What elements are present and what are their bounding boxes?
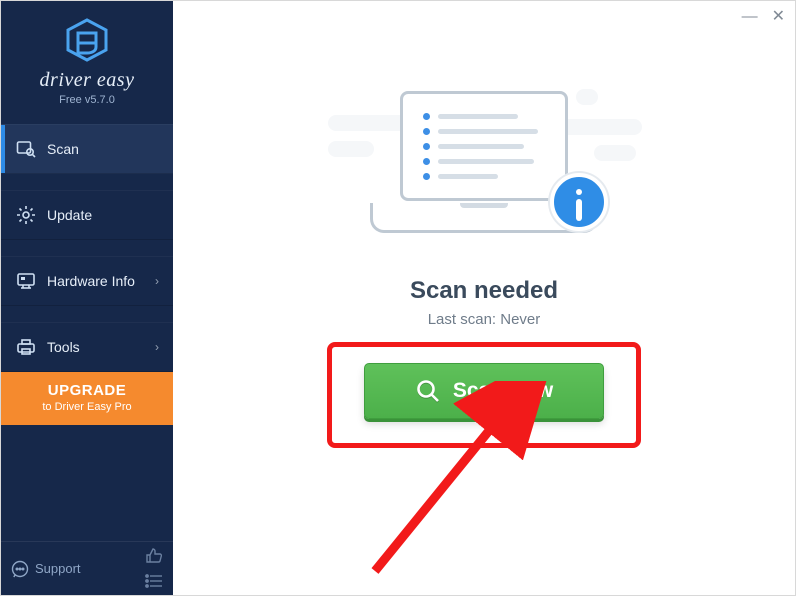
app-window: driver easy Free v5.7.0 Scan: [0, 0, 796, 596]
app-logo-block: driver easy Free v5.7.0: [1, 1, 173, 116]
sidebar-item-label: Scan: [47, 141, 79, 157]
sidebar-item-update[interactable]: Update: [1, 190, 173, 240]
scan-prompt-area: Scan needed Last scan: Never Scan Now: [173, 81, 795, 448]
window-controls: — ✕: [742, 9, 785, 25]
red-highlight-box: Scan Now: [327, 342, 641, 448]
sidebar: driver easy Free v5.7.0 Scan: [1, 1, 173, 595]
scan-now-button[interactable]: Scan Now: [364, 363, 604, 419]
sidebar-item-hardware-info[interactable]: Hardware Info ›: [1, 256, 173, 306]
chevron-right-icon: ›: [155, 274, 159, 288]
sidebar-item-label: Update: [47, 207, 92, 223]
list-icon[interactable]: [145, 574, 163, 591]
upgrade-button[interactable]: UPGRADE to Driver Easy Pro: [1, 372, 173, 425]
sidebar-item-tools[interactable]: Tools ›: [1, 322, 173, 372]
search-icon: [415, 378, 441, 404]
sidebar-item-label: Hardware Info: [47, 273, 135, 289]
scan-button-label: Scan Now: [453, 379, 553, 403]
last-scan-label: Last scan: Never: [428, 311, 541, 328]
laptop-illustration: [334, 81, 634, 251]
sidebar-footer: Support: [1, 541, 173, 595]
app-logo-icon: [64, 17, 110, 63]
scan-icon: [15, 138, 37, 160]
printer-icon: [15, 336, 37, 358]
chevron-right-icon: ›: [155, 340, 159, 354]
minimize-button[interactable]: —: [742, 9, 758, 25]
info-icon: [550, 173, 608, 231]
sidebar-nav: Scan Update: [1, 124, 173, 425]
main-pane: — ✕ Scan needed Last scan:: [173, 1, 795, 595]
upgrade-subtitle: to Driver Easy Pro: [7, 401, 167, 413]
app-title: driver easy: [1, 69, 173, 92]
sidebar-item-scan[interactable]: Scan: [1, 124, 173, 174]
chat-icon: [11, 560, 29, 578]
app-version: Free v5.7.0: [1, 94, 173, 106]
upgrade-title: UPGRADE: [7, 382, 167, 399]
sidebar-item-label: Tools: [47, 339, 80, 355]
thumbs-up-icon[interactable]: [145, 547, 163, 568]
close-button[interactable]: ✕: [772, 9, 785, 25]
support-link[interactable]: Support: [11, 560, 81, 578]
support-label: Support: [35, 561, 81, 576]
monitor-icon: [15, 270, 37, 292]
gear-icon: [15, 204, 37, 226]
scan-headline: Scan needed: [410, 277, 558, 305]
